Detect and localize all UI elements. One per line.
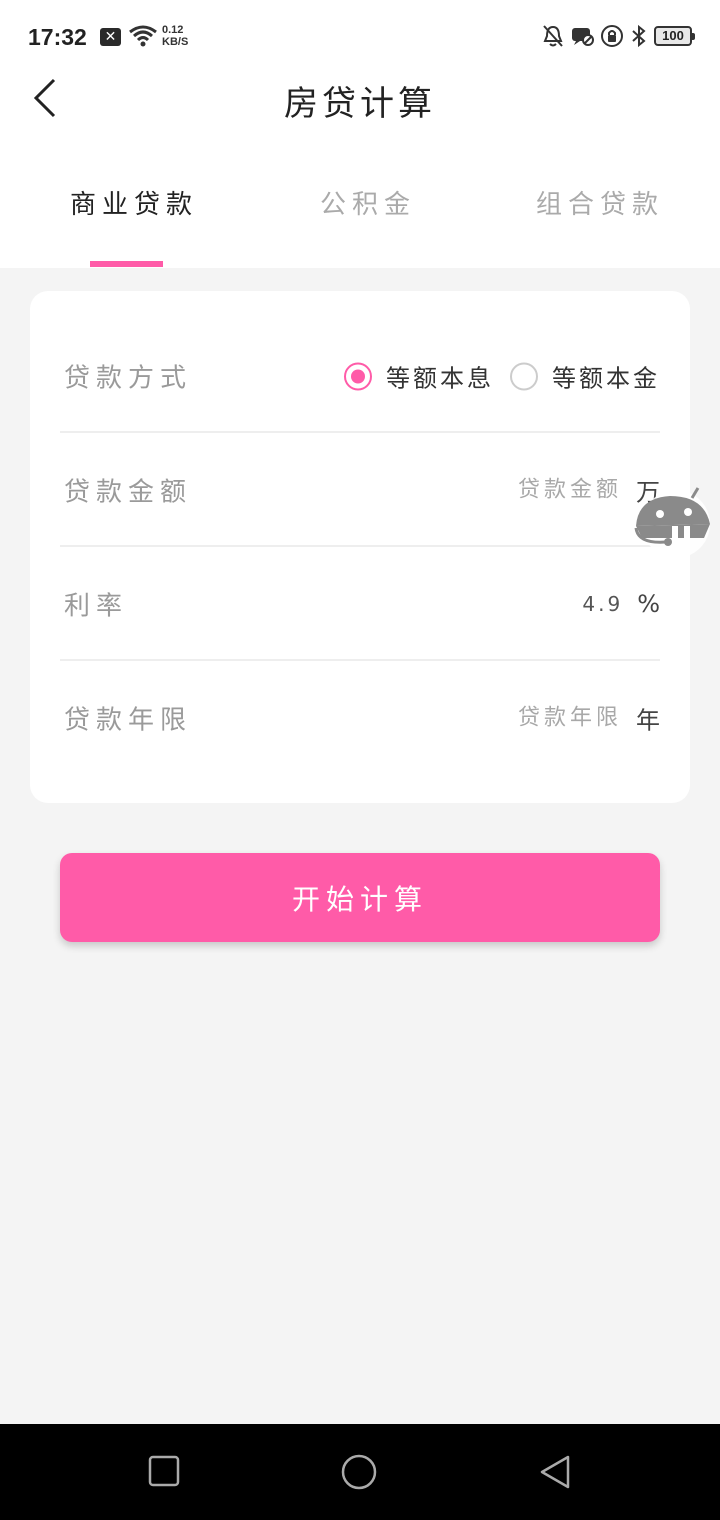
loan-amount-input[interactable] — [482, 477, 622, 503]
loan-years-unit: 年 — [636, 706, 660, 735]
page-title: 房贷计算 — [284, 84, 436, 124]
system-navigation-bar — [0, 1424, 720, 1520]
tab-commercial-loan[interactable]: 商业贷款 — [70, 184, 198, 221]
status-icons: 100 — [542, 24, 695, 48]
radio-equal-principal-label[interactable]: 等额本金 — [552, 359, 660, 394]
lock-rotation-icon — [601, 25, 623, 47]
loan-method-row: 贷款方式 等额本息 等额本金 — [60, 319, 660, 433]
battery-indicator: 100 — [654, 26, 695, 46]
active-tab-indicator — [90, 261, 163, 267]
recent-apps-icon[interactable] — [148, 1454, 180, 1488]
robot-assistant-icon — [634, 487, 710, 558]
status-bar: 17:32 ✕ 0.12 KB/S 100 — [0, 0, 720, 72]
interest-rate-row: 利率 4.9 % — [60, 547, 660, 661]
net-speed: 0.12 KB/S — [162, 24, 188, 48]
notification-x-icon: ✕ — [100, 28, 121, 46]
radio-equal-installment[interactable] — [344, 362, 372, 390]
radio-equal-installment-label[interactable]: 等额本息 — [386, 359, 494, 394]
status-time: 17:32 — [28, 24, 87, 50]
home-icon[interactable] — [340, 1454, 378, 1490]
loan-years-label: 贷款年限 — [64, 705, 193, 736]
back-nav-icon[interactable] — [538, 1454, 572, 1490]
tab-combined-loan[interactable]: 组合贷款 — [536, 184, 664, 221]
loan-years-row: 贷款年限 年 — [60, 661, 660, 775]
tab-provident-fund[interactable]: 公积金 — [320, 184, 416, 221]
start-calculation-button[interactable]: 开始计算 — [60, 853, 660, 942]
interest-rate-unit: % — [637, 590, 660, 618]
loan-type-tabs: 商业贷款 公积金 组合贷款 — [0, 170, 720, 268]
loan-years-input[interactable] — [482, 705, 622, 731]
net-speed-unit: KB/S — [162, 36, 189, 48]
loan-method-radio-group: 等额本息 等额本金 — [344, 359, 660, 394]
loan-years-input-group: 年 — [482, 701, 660, 736]
floating-assistant-button[interactable] — [630, 486, 720, 558]
loan-form-card: 贷款方式 等额本息 等额本金 贷款金额 万 利率 4.9 % 贷款年限 年 — [30, 291, 690, 803]
bell-off-icon — [543, 25, 563, 47]
message-off-icon — [572, 28, 594, 46]
interest-rate-label: 利率 — [64, 591, 129, 622]
loan-amount-row: 贷款金额 万 — [60, 433, 660, 547]
interest-rate-value-group[interactable]: 4.9 % — [582, 590, 660, 618]
loan-amount-label: 贷款金额 — [64, 477, 193, 508]
interest-rate-value[interactable]: 4.9 — [582, 592, 623, 616]
loan-method-label: 贷款方式 — [64, 363, 193, 394]
net-speed-value: 0.12 — [162, 24, 184, 36]
bluetooth-icon — [632, 24, 646, 48]
wifi-icon — [129, 25, 157, 47]
radio-equal-principal[interactable] — [510, 362, 538, 390]
